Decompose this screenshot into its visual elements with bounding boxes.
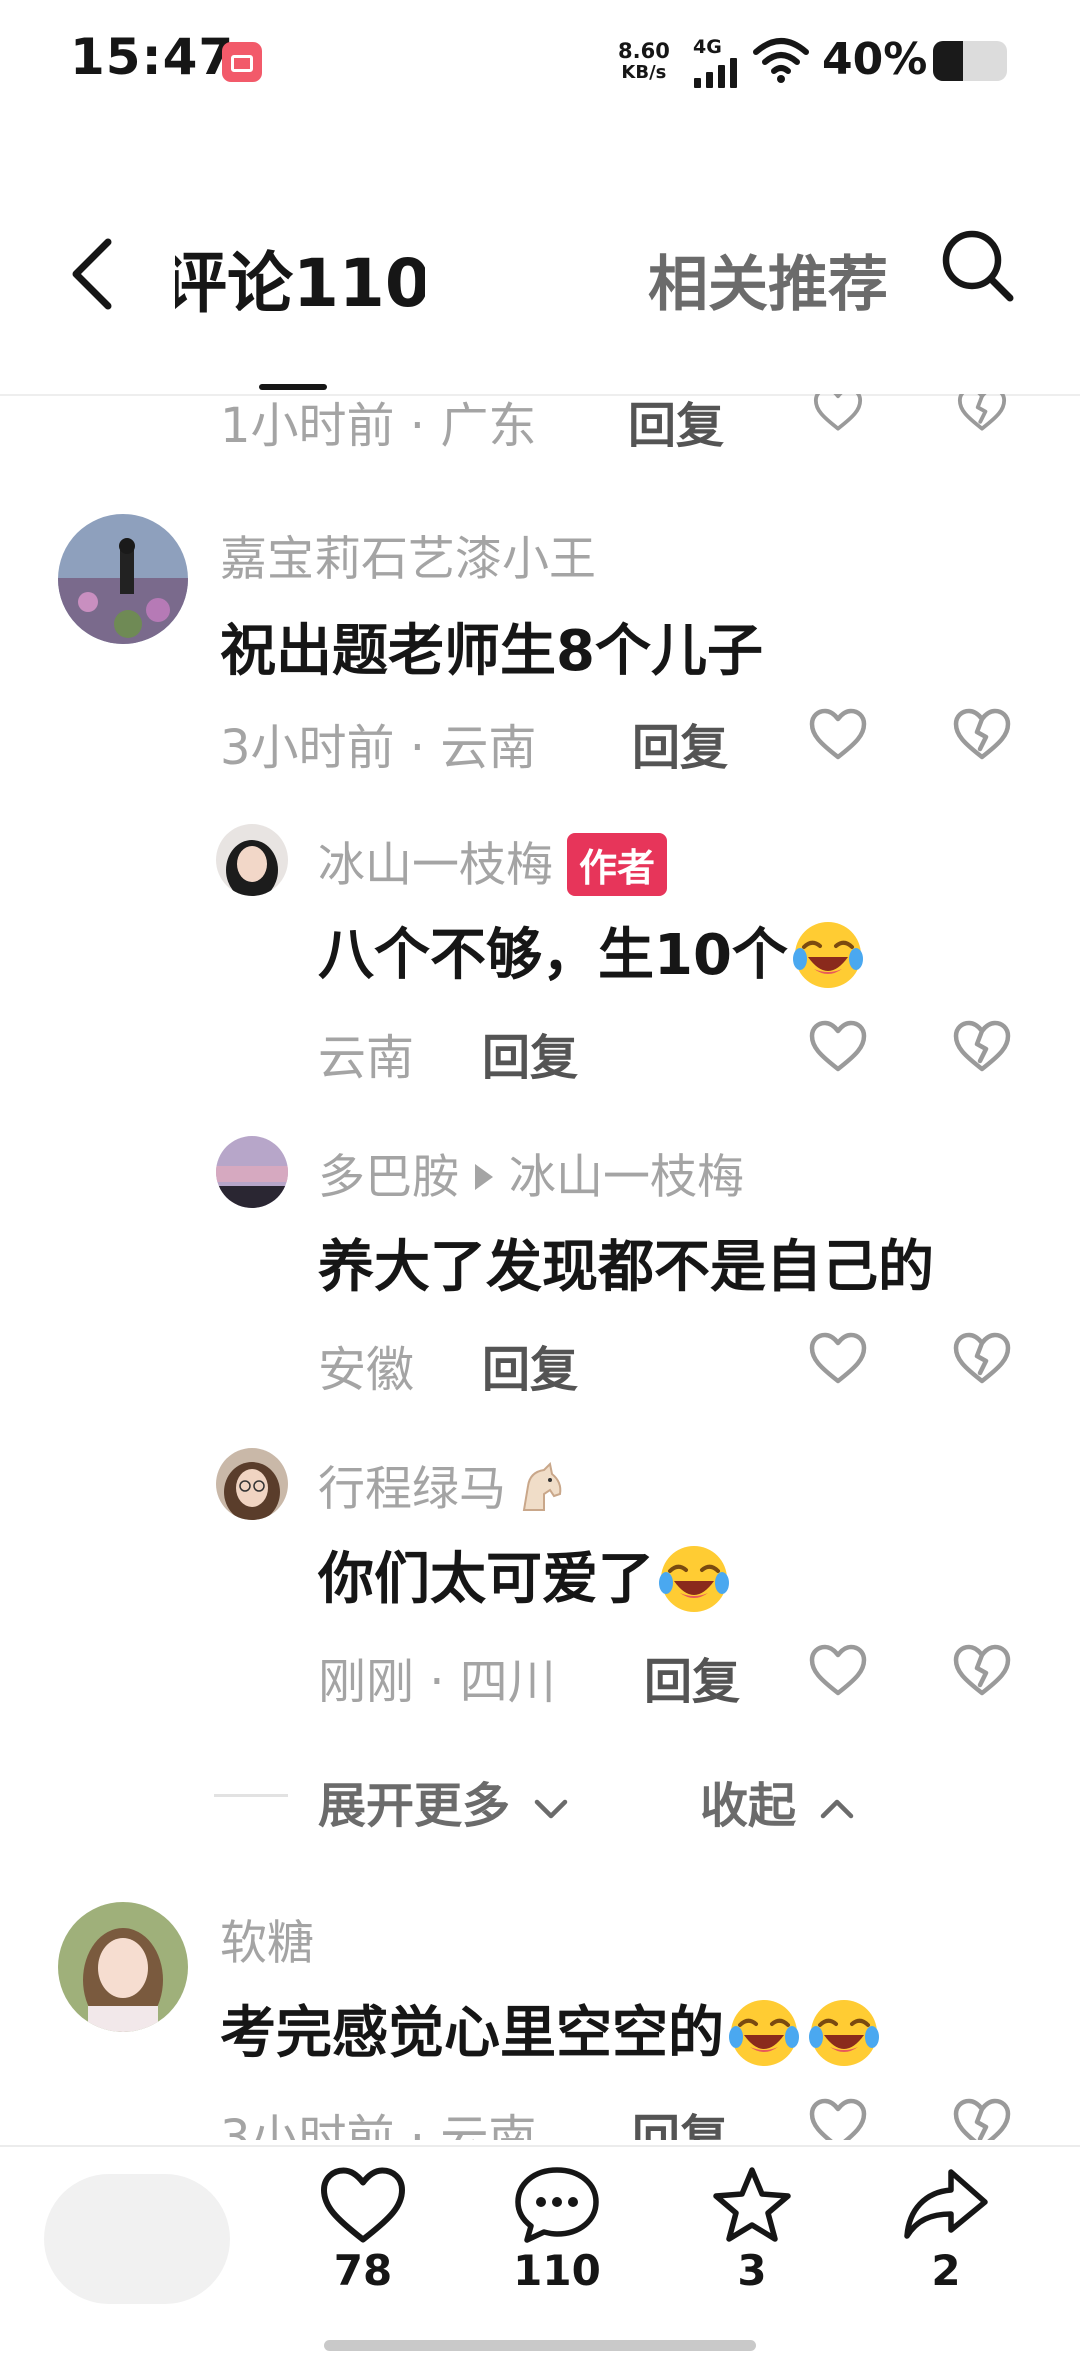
home-indicator[interactable] <box>324 2340 756 2351</box>
reply-text-row: 八个不够，生10个 <box>318 910 868 999</box>
expand-divider <box>214 1794 288 1797</box>
avatar[interactable] <box>58 514 188 644</box>
dislike-broken-heart-icon[interactable] <box>952 2096 1012 2140</box>
dislike-broken-heart-icon[interactable] <box>952 394 1012 440</box>
like-heart-icon[interactable] <box>808 1642 868 1698</box>
laugh-cry-emoji-icon <box>788 913 868 993</box>
header-divider <box>0 394 1080 396</box>
share-count: 2 <box>931 2246 961 2295</box>
reply-button[interactable]: 回复 <box>644 1642 740 1712</box>
dislike-broken-heart-icon[interactable] <box>952 1330 1012 1386</box>
active-tab-indicator <box>259 384 327 390</box>
reply-button[interactable]: 回复 <box>632 708 728 778</box>
reply-username-row: 冰山一枝梅 作者 <box>318 826 668 900</box>
comment-time-location: 3小时前 · 云南 <box>220 720 537 776</box>
network-speed-value: 8.60 <box>618 39 670 63</box>
dislike-broken-heart-icon[interactable] <box>952 706 1012 762</box>
tab-related[interactable]: 相关推荐 <box>648 236 900 323</box>
reply-to-arrow-icon <box>475 1163 493 1190</box>
network-speed: 8.60 KB/s <box>618 40 670 84</box>
dislike-broken-heart-icon[interactable] <box>952 1642 1012 1698</box>
comment-bubble-icon <box>515 2167 599 2243</box>
avatar[interactable] <box>58 1902 188 2032</box>
star-icon <box>713 2167 791 2242</box>
network-type: 4G <box>693 36 722 58</box>
laugh-cry-emoji-icon <box>804 1991 884 2071</box>
reply-username[interactable]: 多巴胺 <box>318 1150 459 1205</box>
reply-button[interactable]: 回复 <box>482 1330 578 1400</box>
like-heart-icon[interactable] <box>808 2096 868 2140</box>
dislike-broken-heart-icon[interactable] <box>952 1018 1012 1074</box>
comment-count: 110 <box>513 2246 601 2295</box>
author-badge: 作者 <box>567 833 668 896</box>
chevron-left-icon[interactable] <box>66 236 118 312</box>
comment-meta: 1小时前 · 广东 <box>220 394 536 450</box>
network-speed-unit: KB/s <box>621 62 667 83</box>
reply-button[interactable]: 回复 <box>632 2098 728 2140</box>
comment-text-row: 考完感觉心里空空的 <box>220 1988 884 2077</box>
like-heart-icon[interactable] <box>808 706 868 762</box>
wifi-icon <box>753 38 809 83</box>
tab-comments-label: 评论110 <box>175 245 425 322</box>
laugh-cry-emoji-icon <box>724 1991 804 2071</box>
comment-button[interactable]: 110 <box>497 2164 617 2295</box>
reply-username-row: 多巴胺 冰山一枝梅 <box>318 1138 744 1207</box>
avatar[interactable] <box>216 1448 288 1520</box>
collapse-label: 收起 <box>700 1778 797 1834</box>
battery-percent: 40% <box>822 34 928 85</box>
reply-text-row: 你们太可爱了 <box>318 1534 734 1623</box>
avatar[interactable] <box>216 1136 288 1208</box>
like-heart-icon[interactable] <box>808 1018 868 1074</box>
app-notification-icon <box>222 42 262 82</box>
comment-item: 软糖 考完感觉心里空空的 3小时前 · 云南 回复 <box>0 1890 1080 2140</box>
favorite-count: 3 <box>737 2246 767 2295</box>
like-heart-icon[interactable] <box>808 1330 868 1386</box>
comment-input[interactable] <box>44 2174 230 2304</box>
comment-username[interactable]: 嘉宝莉石艺漆小王 <box>220 520 596 589</box>
chevron-up-icon <box>820 1799 853 1819</box>
bottom-divider <box>0 2145 1080 2147</box>
share-arrow-icon <box>904 2169 988 2239</box>
horse-emoji-icon <box>522 1461 562 1511</box>
search-icon[interactable] <box>938 226 1018 306</box>
laugh-cry-emoji-icon <box>654 1537 734 1617</box>
share-button[interactable]: 2 <box>886 2164 1006 2295</box>
reply-meta: 云南 <box>318 1030 415 1086</box>
like-button[interactable]: 78 <box>303 2164 423 2295</box>
status-time: 15:47 <box>70 28 235 86</box>
reply-username[interactable]: 冰山一枝梅 <box>318 838 553 893</box>
reply-username-row: 行程绿马 <box>318 1450 568 1522</box>
like-heart-icon[interactable] <box>808 394 868 440</box>
avatar[interactable] <box>216 824 288 896</box>
collapse-button[interactable]: 收起 <box>700 1766 857 1836</box>
reply-button[interactable]: 回复 <box>628 394 724 450</box>
comment-text: 考完感觉心里空空的 <box>220 2001 724 2066</box>
like-count: 78 <box>333 2246 393 2295</box>
favorite-button[interactable]: 3 <box>692 2164 812 2295</box>
comment-username[interactable]: 软糖 <box>220 1904 314 1973</box>
comment-text: 祝出题老师生8个儿子 <box>220 619 763 684</box>
signal-icon <box>694 58 737 88</box>
reply-text: 八个不够，生10个 <box>318 923 788 988</box>
reply-text: 养大了发现都不是自己的 <box>318 1235 934 1300</box>
expand-more-label: 展开更多 <box>318 1778 511 1834</box>
battery-icon <box>933 41 1007 81</box>
reply-text: 你们太可爱了 <box>318 1547 654 1612</box>
comment-time-location: 1小时前 · 广东 <box>220 398 537 450</box>
reply-meta: 安徽 <box>318 1342 415 1398</box>
comment-time-location: 3小时前 · 云南 <box>220 2110 537 2140</box>
reply-username[interactable]: 行程绿马 <box>318 1462 506 1517</box>
comment-item: 嘉宝莉石艺漆小王 祝出题老师生8个儿子 3小时前 · 云南 回复 冰山一枝梅 作者… <box>0 500 1080 1860</box>
tab-comments[interactable]: 评论110 <box>175 230 425 326</box>
heart-icon <box>321 2167 405 2243</box>
reply-meta: 刚刚 · 四川 <box>318 1654 556 1710</box>
reply-label: 回复 <box>628 398 725 450</box>
expand-more-button[interactable]: 展开更多 <box>318 1766 571 1836</box>
reply-button[interactable]: 回复 <box>482 1018 578 1088</box>
reply-to-username[interactable]: 冰山一枝梅 <box>509 1150 744 1205</box>
chevron-down-icon <box>534 1799 567 1819</box>
